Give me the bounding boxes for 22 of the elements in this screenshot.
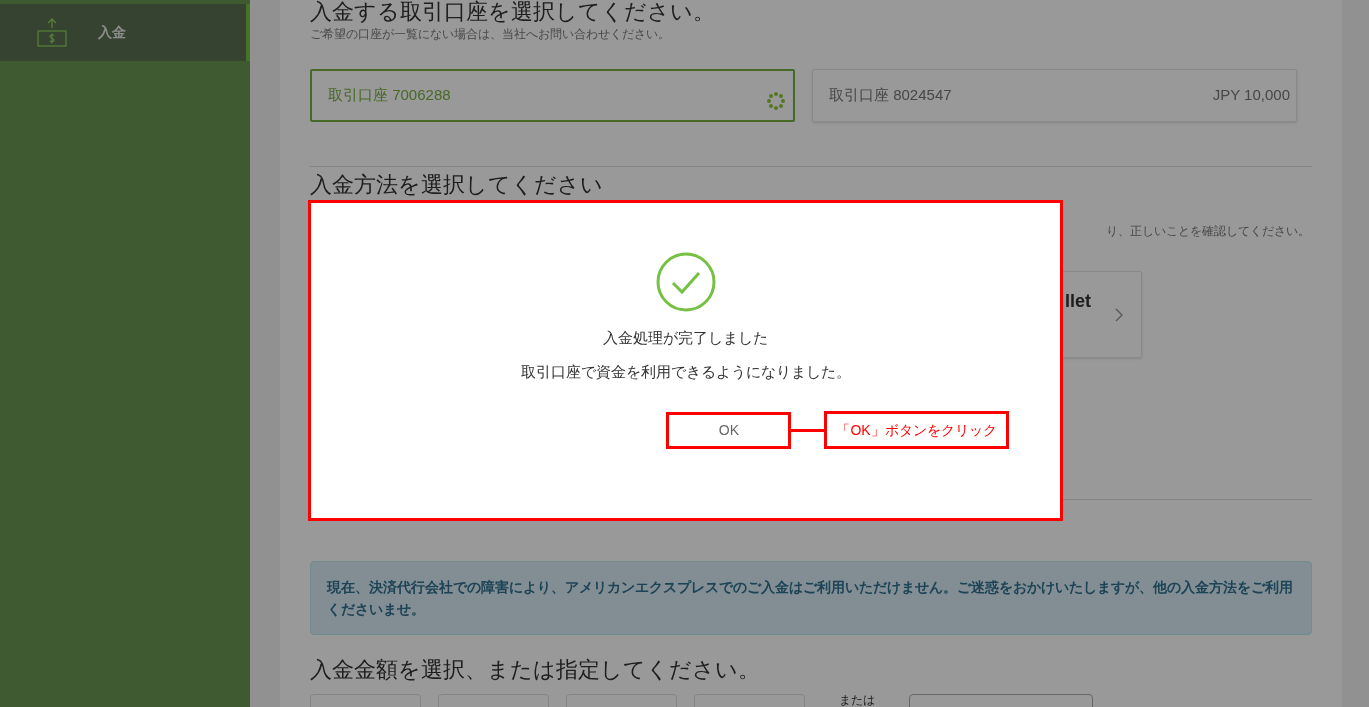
account-balance: JPY 10,000 bbox=[1212, 85, 1290, 106]
leader-line bbox=[791, 428, 825, 432]
section-note: ご希望の口座が一覧にない場合は、当社へお問い合わせください。 bbox=[310, 26, 671, 42]
or-label: または bbox=[838, 694, 876, 706]
account-card[interactable]: 取引口座 7006288 bbox=[310, 69, 795, 122]
section-note: り、正しいことを確認してください。 bbox=[1106, 223, 1310, 238]
account-card[interactable]: 取引口座 8024547 JPY 10,000 bbox=[812, 69, 1297, 122]
section-heading: 入金方法を選択してください bbox=[310, 173, 604, 197]
alert-message: 現在、決済代行会社での障害により、アメリカンエクスプレスでのご入金はご利用いただけません。ご迷惑をおかけいたしますが、他の入金方法をご利用くださいませ。 bbox=[310, 561, 1312, 635]
success-check-icon bbox=[655, 252, 716, 312]
ok-button[interactable]: OK bbox=[666, 411, 792, 449]
money-upload-icon bbox=[36, 17, 68, 48]
account-name: 取引口座 8024547 bbox=[829, 85, 952, 106]
method-label: llet bbox=[1065, 290, 1091, 310]
callout-label: 「OK」ボタンをクリック bbox=[824, 411, 1009, 449]
chevron-right-icon bbox=[1115, 308, 1123, 322]
dialog-message: 取引口座で資金を利用できるようになりました。 bbox=[520, 361, 851, 382]
dialog-title: 入金処理が完了しました bbox=[603, 328, 768, 348]
sidebar-item[interactable]: 入金 bbox=[0, 4, 250, 61]
account-name: 取引口座 7006288 bbox=[328, 85, 451, 106]
section-heading: 入金金額を選択、または指定してください。 bbox=[310, 656, 761, 684]
section-heading: 入金する取引口座を選択してください。 bbox=[310, 0, 716, 24]
